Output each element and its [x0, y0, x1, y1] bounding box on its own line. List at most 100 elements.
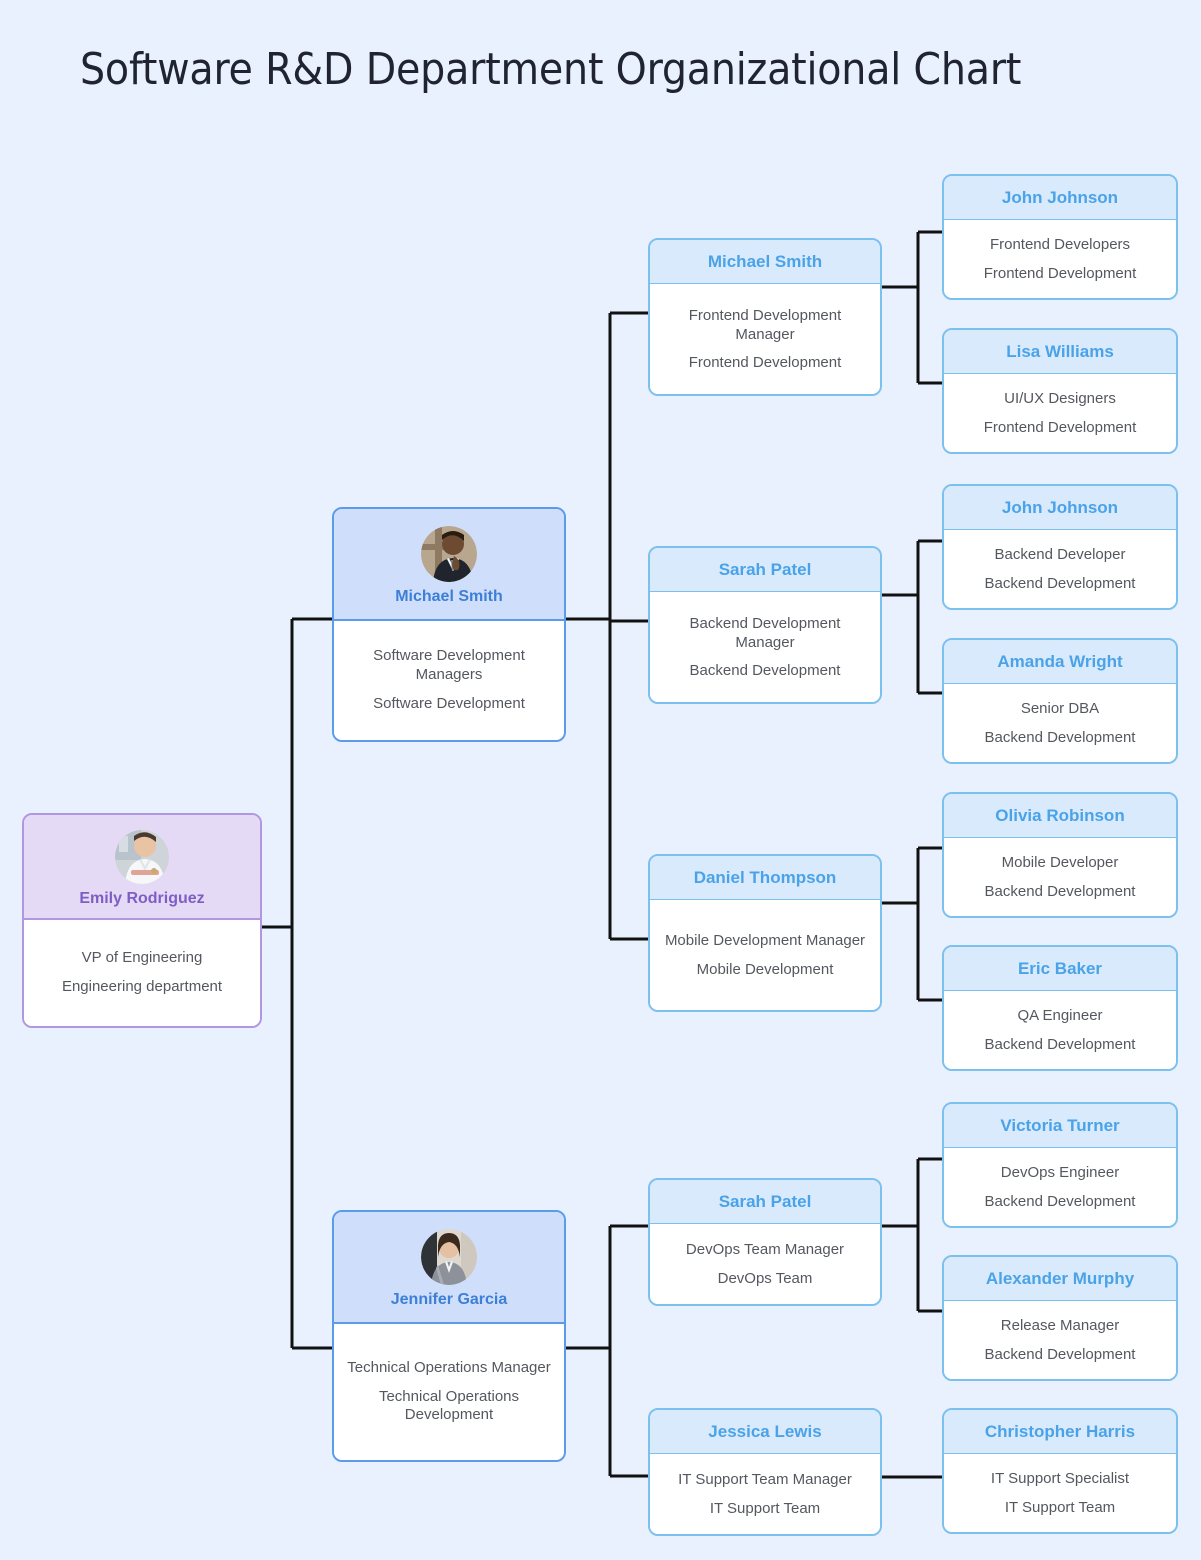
org-node-olivia-robinson[interactable]: Olivia Robinson Mobile Developer Backend… — [942, 792, 1178, 918]
node-name: Lisa Williams — [1006, 341, 1114, 361]
node-role: Technical Operations Manager — [347, 1358, 551, 1376]
org-node-jessica-lewis-itsupport[interactable]: Jessica Lewis IT Support Team Manager IT… — [648, 1408, 882, 1536]
node-header: Michael Smith — [334, 509, 564, 621]
node-body: Backend Developer Backend Development — [944, 530, 1176, 608]
node-header: Daniel Thompson — [650, 856, 880, 900]
org-node-john-johnson-frontend[interactable]: John Johnson Frontend Developers Fronten… — [942, 174, 1178, 300]
node-name: Olivia Robinson — [995, 805, 1125, 825]
org-node-michael-smith-frontend[interactable]: Michael Smith Frontend Development Manag… — [648, 238, 882, 396]
node-role: Mobile Development Manager — [664, 932, 866, 950]
node-role: Backend Developer — [994, 546, 1126, 564]
node-department: Backend Development — [689, 662, 841, 680]
org-node-jennifer-garcia[interactable]: Jennifer Garcia Technical Operations Man… — [332, 1210, 566, 1462]
node-body: Software Development Managers Software D… — [334, 621, 564, 740]
node-role: Backend Development Manager — [689, 614, 841, 651]
org-node-emily-rodriguez[interactable]: Emily Rodriguez VP of Engineering Engine… — [22, 813, 262, 1028]
org-node-amanda-wright[interactable]: Amanda Wright Senior DBA Backend Develop… — [942, 638, 1178, 764]
node-name: Sarah Patel — [718, 559, 812, 579]
node-department: Backend Development — [984, 1346, 1136, 1363]
page-title: Software R&D Department Organizational C… — [80, 44, 1022, 95]
node-name: Alexander Murphy — [985, 1268, 1135, 1288]
node-body: DevOps Team Manager DevOps Team — [650, 1224, 880, 1304]
org-node-john-johnson-backend[interactable]: John Johnson Backend Developer Backend D… — [942, 484, 1178, 610]
jennifer-garcia-avatar — [421, 1229, 477, 1285]
node-name: Amanda Wright — [997, 651, 1123, 671]
node-role: Senior DBA — [1020, 700, 1100, 718]
node-role: Frontend Development Manager — [688, 306, 842, 343]
node-role: DevOps Engineer — [1000, 1164, 1120, 1182]
node-body: Frontend Development Manager Frontend De… — [650, 284, 880, 394]
org-node-sarah-patel-backend[interactable]: Sarah Patel Backend Development Manager … — [648, 546, 882, 704]
org-node-eric-baker[interactable]: Eric Baker QA Engineer Backend Developme… — [942, 945, 1178, 1071]
node-department: Frontend Development — [688, 354, 842, 372]
node-header: Amanda Wright — [944, 640, 1176, 684]
node-department: Frontend Development — [983, 265, 1137, 282]
org-node-michael-smith-swdev[interactable]: Michael Smith Software Development Manag… — [332, 507, 566, 742]
node-header: John Johnson — [944, 486, 1176, 530]
node-header: Jennifer Garcia — [334, 1212, 564, 1324]
node-header: John Johnson — [944, 176, 1176, 220]
node-department: Backend Development — [984, 1193, 1136, 1210]
node-body: Frontend Developers Frontend Development — [944, 220, 1176, 298]
node-department: Mobile Development — [696, 961, 834, 978]
node-role: Frontend Developers — [989, 236, 1131, 254]
node-body: Mobile Development Manager Mobile Develo… — [650, 900, 880, 1010]
node-department: Backend Development — [984, 575, 1136, 592]
org-node-sarah-patel-devops[interactable]: Sarah Patel DevOps Team Manager DevOps T… — [648, 1178, 882, 1306]
node-header: Christopher Harris — [944, 1410, 1176, 1454]
node-name: Christopher Harris — [984, 1421, 1136, 1441]
node-body: IT Support Specialist IT Support Team — [944, 1454, 1176, 1532]
michael-smith-avatar — [421, 526, 477, 582]
node-role: UI/UX Designers — [1004, 390, 1116, 408]
node-department: IT Support Team — [1004, 1499, 1116, 1516]
node-role: QA Engineer — [1017, 1007, 1103, 1025]
node-name: John Johnson — [1001, 497, 1119, 517]
node-role: IT Support Team Manager — [678, 1471, 852, 1489]
node-name: Jennifer Garcia — [390, 1291, 508, 1308]
node-header: Jessica Lewis — [650, 1410, 880, 1454]
node-header: Victoria Turner — [944, 1104, 1176, 1148]
node-name: John Johnson — [1001, 187, 1119, 207]
org-node-lisa-williams[interactable]: Lisa Williams UI/UX Designers Frontend D… — [942, 328, 1178, 454]
node-department: Backend Development — [984, 1036, 1136, 1053]
node-body: Backend Development Manager Backend Deve… — [650, 592, 880, 702]
node-header: Eric Baker — [944, 947, 1176, 991]
org-node-daniel-thompson-mobile[interactable]: Daniel Thompson Mobile Development Manag… — [648, 854, 882, 1012]
node-name: Daniel Thompson — [693, 867, 837, 887]
node-role: Mobile Developer — [1001, 854, 1119, 872]
node-header: Emily Rodriguez — [24, 815, 260, 920]
node-name: Eric Baker — [1017, 958, 1103, 978]
node-department: Backend Development — [984, 883, 1136, 900]
node-body: VP of Engineering Engineering department — [24, 920, 260, 1026]
node-department: Backend Development — [984, 729, 1136, 746]
node-header: Sarah Patel — [650, 548, 880, 592]
node-name: Victoria Turner — [1000, 1115, 1120, 1135]
node-department: Software Development — [373, 694, 525, 712]
node-role: VP of Engineering — [81, 949, 203, 967]
node-name: Michael Smith — [707, 251, 823, 271]
node-header: Lisa Williams — [944, 330, 1176, 374]
org-node-alexander-murphy[interactable]: Alexander Murphy Release Manager Backend… — [942, 1255, 1178, 1381]
emily-rodriguez-avatar — [115, 829, 169, 884]
node-name: Sarah Patel — [718, 1191, 812, 1211]
node-department: Technical Operations Development — [378, 1387, 520, 1424]
node-role: DevOps Team Manager — [685, 1241, 845, 1259]
node-body: UI/UX Designers Frontend Development — [944, 374, 1176, 452]
node-role: Release Manager — [1000, 1317, 1120, 1335]
node-header: Michael Smith — [650, 240, 880, 284]
node-header: Olivia Robinson — [944, 794, 1176, 838]
node-department: Engineering department — [61, 978, 223, 995]
node-body: Mobile Developer Backend Development — [944, 838, 1176, 916]
node-name: Jessica Lewis — [708, 1421, 822, 1441]
node-body: Senior DBA Backend Development — [944, 684, 1176, 762]
node-role: Software Development Managers — [373, 647, 525, 684]
node-header: Sarah Patel — [650, 1180, 880, 1224]
org-node-christopher-harris[interactable]: Christopher Harris IT Support Specialist… — [942, 1408, 1178, 1534]
node-name: Emily Rodriguez — [79, 889, 205, 907]
node-body: IT Support Team Manager IT Support Team — [650, 1454, 880, 1534]
org-node-victoria-turner[interactable]: Victoria Turner DevOps Engineer Backend … — [942, 1102, 1178, 1228]
node-body: Release Manager Backend Development — [944, 1301, 1176, 1379]
node-department: IT Support Team — [709, 1500, 821, 1517]
node-body: DevOps Engineer Backend Development — [944, 1148, 1176, 1226]
org-chart-canvas: Software R&D Department Organizational C… — [0, 0, 1201, 1560]
